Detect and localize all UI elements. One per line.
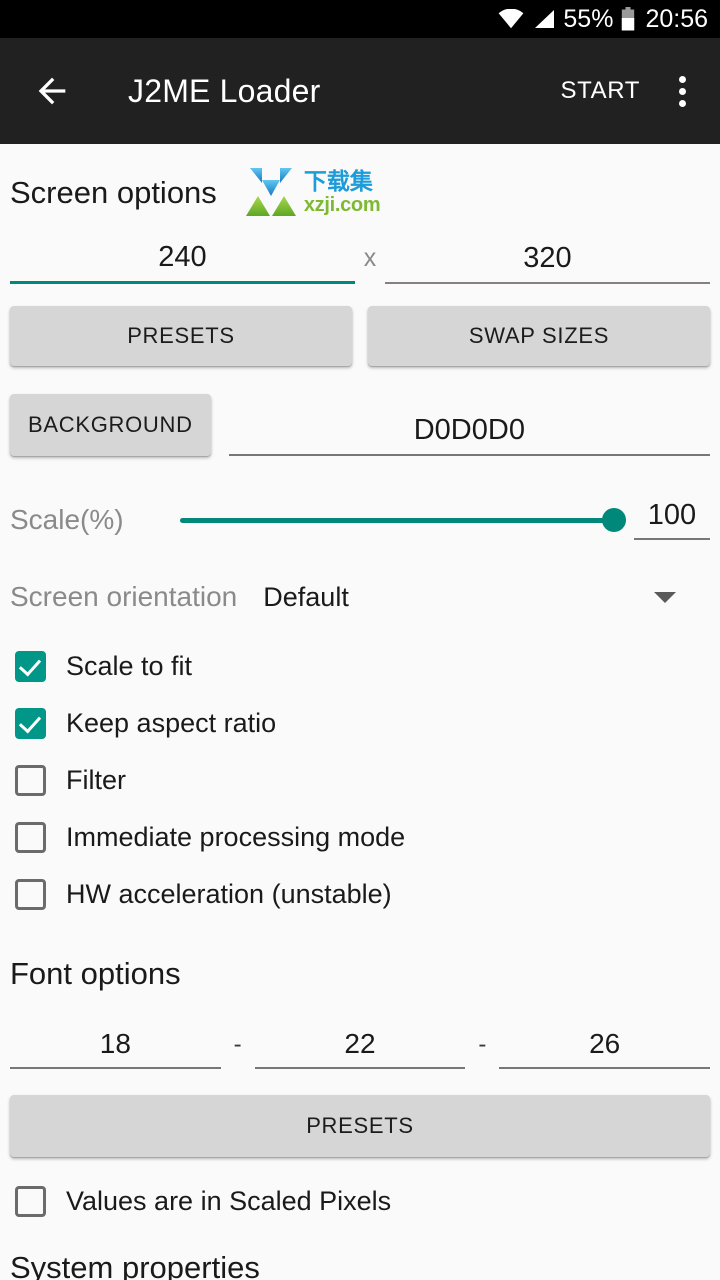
overflow-menu-icon[interactable] xyxy=(658,65,706,117)
watermark-cn-label: 下载集 xyxy=(303,167,373,194)
checkbox-row-filter[interactable]: Filter xyxy=(10,752,710,809)
screen-orientation-value: Default xyxy=(263,581,349,612)
watermark-url-label: xzji.com xyxy=(303,193,381,216)
checkbox-keep-aspect-ratio[interactable] xyxy=(15,708,46,739)
background-button[interactable]: BACKGROUND xyxy=(10,394,211,456)
checkbox-row-immediate-processing-mode[interactable]: Immediate processing mode xyxy=(10,809,710,866)
checkbox-label: Keep aspect ratio xyxy=(66,708,277,738)
screen-presets-button[interactable]: PRESETS xyxy=(10,306,352,366)
checkbox-label: Values are in Scaled Pixels xyxy=(66,1186,392,1216)
screen-options-header: Screen options 下载集 xzji.com xyxy=(10,144,710,216)
checkbox-scaled-pixels[interactable] xyxy=(15,1186,46,1217)
back-arrow-icon xyxy=(38,77,66,105)
font-sizes-row: 18 - 22 - 26 xyxy=(10,1011,711,1069)
font-medium-input[interactable]: 22 xyxy=(254,1030,466,1069)
wifi-icon xyxy=(498,9,524,29)
scale-label: Scale(%) xyxy=(10,504,124,535)
background-color-input[interactable]: D0D0D0 xyxy=(228,416,710,456)
overflow-dot xyxy=(678,99,686,107)
checkbox-label: Scale to fit xyxy=(66,651,193,681)
system-properties-title: System properties xyxy=(10,1250,260,1280)
checkbox-label: Filter xyxy=(66,765,126,795)
scale-row: Scale(%) 100 xyxy=(10,492,710,548)
status-bar: 55% 20:56 xyxy=(0,0,720,38)
app-toolbar: J2ME Loader START xyxy=(0,38,720,144)
scale-slider-thumb[interactable] xyxy=(602,508,626,532)
checkbox-label: HW acceleration (unstable) xyxy=(66,879,392,909)
watermark-text: 下载集 xzji.com xyxy=(303,167,381,216)
screen-orientation-label: Screen orientation xyxy=(10,581,238,612)
checkbox-row-hw-acceleration[interactable]: HW acceleration (unstable) xyxy=(10,866,710,923)
screen-size-row: 240 x 320 xyxy=(10,226,710,284)
battery-icon xyxy=(622,7,635,31)
watermark-logo: 下载集 xzji.com xyxy=(244,166,381,218)
screen-orientation-dropdown[interactable]: Screen orientation Default xyxy=(10,570,710,624)
xzji-logo-icon xyxy=(245,168,296,216)
status-bar-clock: 20:56 xyxy=(645,4,708,33)
scale-value-input[interactable]: 100 xyxy=(634,500,710,540)
screen-height-input[interactable]: 320 xyxy=(385,244,710,284)
scale-slider-track xyxy=(180,517,626,523)
background-row: BACKGROUND D0D0D0 xyxy=(10,394,710,456)
status-bar-icons xyxy=(498,9,555,29)
font-dash-separator: - xyxy=(233,1031,242,1058)
settings-scroll-container[interactable]: Screen options 下载集 xzji.com 240 x 320 PR… xyxy=(0,144,720,1280)
font-small-input[interactable]: 18 xyxy=(10,1030,221,1069)
chevron-down-icon xyxy=(654,591,676,603)
checkbox-filter[interactable] xyxy=(15,765,46,796)
size-separator-label: x xyxy=(363,244,377,272)
font-options-title: Font options xyxy=(10,955,181,991)
overflow-dot xyxy=(678,87,686,95)
overflow-dot xyxy=(678,75,686,83)
signal-icon xyxy=(535,10,555,28)
battery-percent-label: 55% xyxy=(563,4,614,33)
swap-sizes-button[interactable]: SWAP SIZES xyxy=(368,306,710,366)
screen-options-checkbox-list: Scale to fit Keep aspect ratio Filter Im… xyxy=(10,638,710,923)
page-title: J2ME Loader xyxy=(128,72,321,109)
screen-width-input[interactable]: 240 xyxy=(10,243,355,284)
checkbox-label: Immediate processing mode xyxy=(66,822,406,852)
checkbox-scale-to-fit[interactable] xyxy=(15,651,46,682)
font-large-input[interactable]: 26 xyxy=(499,1030,711,1069)
start-button[interactable]: START xyxy=(549,67,652,115)
checkbox-row-scale-to-fit[interactable]: Scale to fit xyxy=(10,638,710,695)
scale-slider[interactable] xyxy=(180,503,626,537)
size-buttons-row: PRESETS SWAP SIZES xyxy=(10,306,710,366)
font-dash-separator: - xyxy=(478,1031,487,1058)
checkbox-row-keep-aspect-ratio[interactable]: Keep aspect ratio xyxy=(10,695,710,752)
back-button[interactable] xyxy=(26,65,78,117)
screen-options-title: Screen options xyxy=(10,174,217,210)
checkbox-row-scaled-pixels[interactable]: Values are in Scaled Pixels xyxy=(10,1173,710,1230)
font-options-header: Font options xyxy=(10,947,710,999)
font-presets-button[interactable]: PRESETS xyxy=(10,1095,710,1157)
checkbox-immediate-processing-mode[interactable] xyxy=(15,822,46,853)
checkbox-hw-acceleration[interactable] xyxy=(15,879,46,910)
